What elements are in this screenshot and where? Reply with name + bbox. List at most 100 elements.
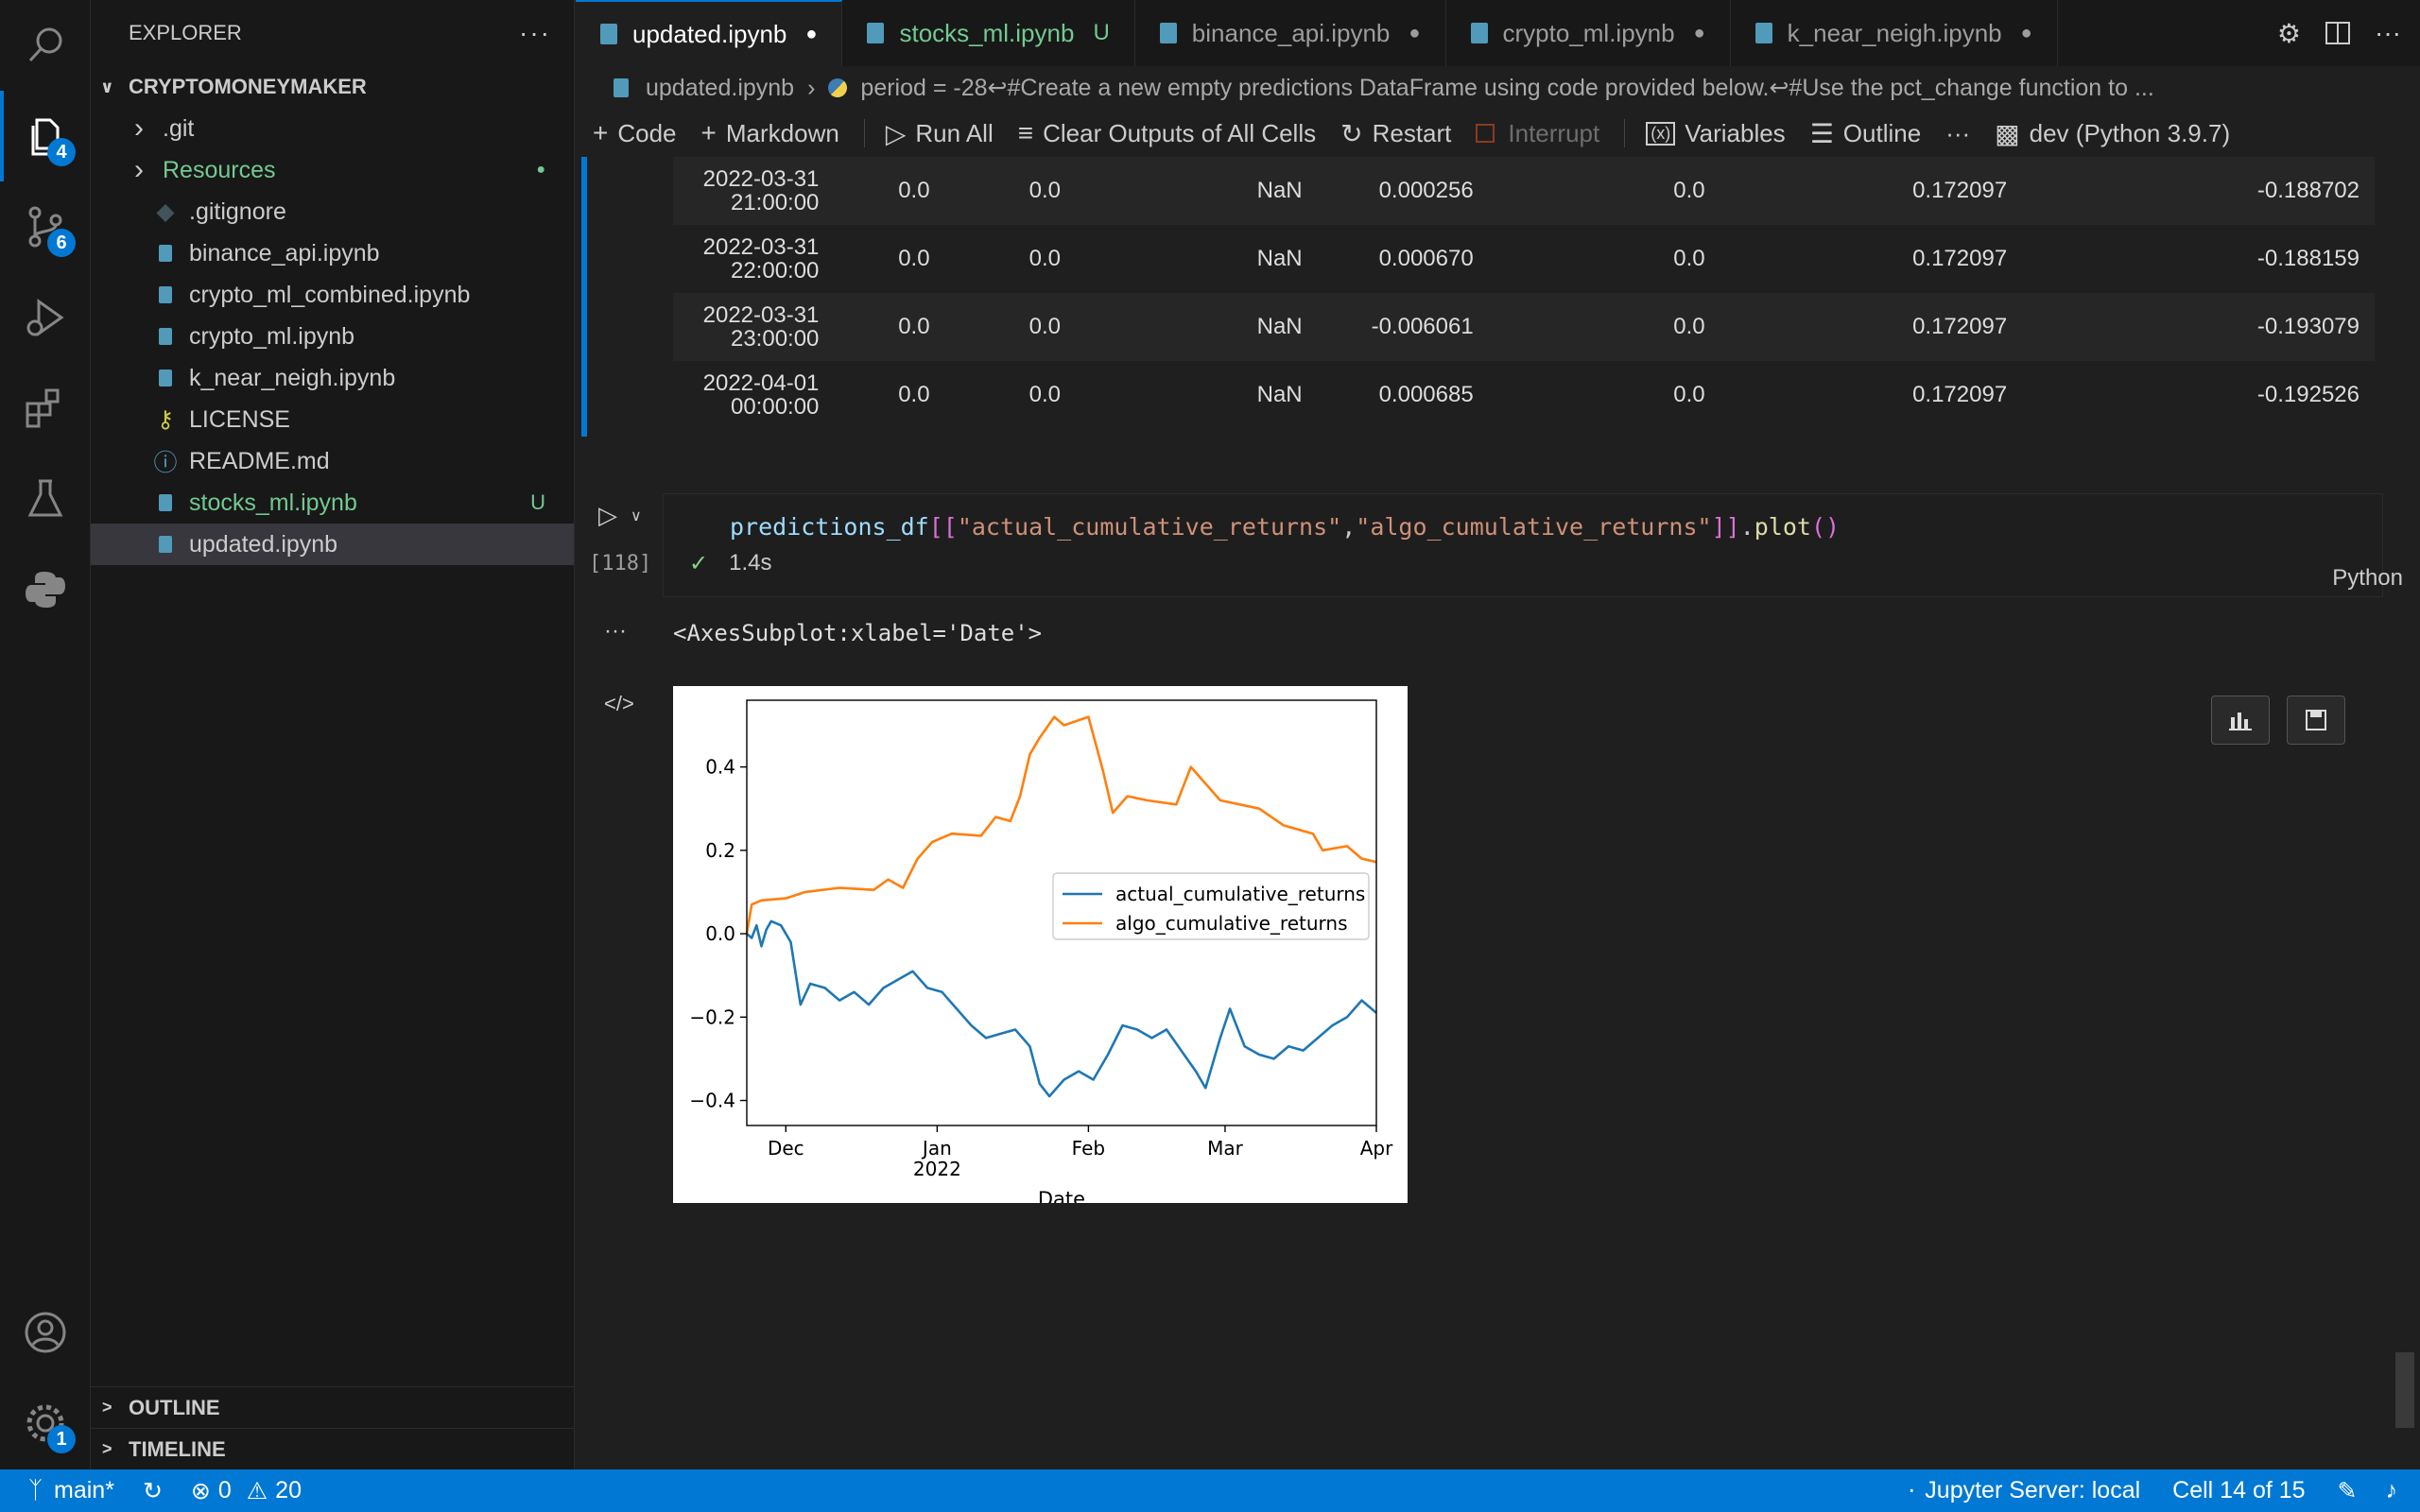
add-code-cell-button[interactable]: + Code — [593, 118, 677, 148]
plot-viewer-button[interactable] — [2211, 696, 2270, 745]
chevron-right-icon: > — [102, 1439, 112, 1458]
table-cell: 0.0 — [898, 382, 930, 407]
dataframe-output: 2022-03-31 21:00:00 0.0 0.0 NaN 0.000256 0.0 0.… — [673, 157, 2375, 429]
y-tick-label: 0.2 — [705, 839, 735, 862]
timeline-section-label: TIMELINE — [129, 1436, 226, 1461]
tab-modified-marker[interactable]: U — [1093, 20, 1109, 46]
python-icon[interactable] — [0, 544, 91, 635]
y-tick-label: −0.4 — [689, 1090, 735, 1112]
chevron-down-icon[interactable]: ∨ — [631, 507, 642, 530]
series-line-actual_cumulative_returns — [746, 919, 1377, 1098]
editor-tab[interactable]: k_near_neigh.ipynb ● — [1731, 0, 2058, 66]
editor-tab[interactable]: binance_api.ipynb ● — [1135, 0, 1446, 66]
account-icon[interactable] — [0, 1287, 91, 1378]
explorer-item[interactable]: ⓘ README.md — [91, 440, 574, 482]
table-cell: 0.172097 — [1912, 382, 2008, 407]
code-cell[interactable]: predictions_df[["actual_cumulative_retur… — [663, 493, 2383, 597]
row-date: 2022-03-31 — [702, 233, 820, 260]
editor-tab[interactable]: updated.ipynb ● — [576, 0, 843, 66]
tab-modified-marker[interactable]: ● — [1694, 23, 1705, 44]
tab-modified-marker[interactable]: ● — [1409, 23, 1420, 44]
table-cell: 0.0 — [1028, 178, 1062, 203]
source-control-icon[interactable]: 6 — [0, 181, 91, 272]
tab-modified-marker[interactable]: ● — [2021, 23, 2032, 44]
kernel-picker[interactable]: ▩ dev (Python 3.9.7) — [1995, 118, 2230, 149]
restart-button[interactable]: ↻ Restart — [1340, 118, 1451, 149]
code-brackets-icon[interactable]: </> — [604, 692, 634, 716]
notebook-file-icon — [614, 78, 629, 97]
extensions-icon[interactable] — [0, 363, 91, 454]
output-actions[interactable]: ··· — [604, 618, 627, 644]
explorer-item[interactable]: binance_api.ipynb — [91, 232, 574, 274]
table-cell: 0.172097 — [1912, 314, 2008, 339]
breadcrumb-cell[interactable]: period = -28↩#Create a new empty predict… — [860, 74, 2153, 102]
breadcrumb-file[interactable]: updated.ipynb — [646, 75, 794, 102]
explorer-icon[interactable]: 4 — [0, 91, 91, 181]
warning-icon: ⚠ — [246, 1477, 268, 1504]
warning-count: 20 — [275, 1477, 302, 1503]
outline-section[interactable]: > OUTLINE — [91, 1386, 575, 1428]
branch-indicator[interactable]: ᛉ main* — [0, 1477, 114, 1504]
variables-button[interactable]: (x) Variables — [1646, 119, 1786, 148]
run-cell-icon[interactable]: ▷ — [598, 501, 617, 530]
variables-icon: (x) — [1646, 121, 1676, 146]
feedback-icon[interactable]: ✎ — [2338, 1477, 2358, 1505]
row-index: 2022-03-31 23:00:00 — [673, 293, 834, 361]
explorer-item[interactable]: ◆ .gitignore — [91, 191, 574, 232]
run-debug-icon[interactable] — [0, 272, 91, 363]
explorer-item[interactable]: crypto_ml.ipynb — [91, 316, 574, 357]
explorer-item[interactable]: › .git — [91, 108, 574, 149]
row-time: 22:00:00 — [730, 258, 820, 284]
settings-gear-icon[interactable]: 1 — [0, 1378, 91, 1469]
search-icon[interactable] — [0, 0, 91, 91]
table-cell: -0.192526 — [2256, 382, 2360, 407]
split-editor-icon[interactable] — [2325, 22, 2351, 44]
code-token: predictions_df — [730, 513, 929, 541]
tab-label: crypto_ml.ipynb — [1502, 18, 1675, 47]
editor-tab[interactable]: crypto_ml.ipynb ● — [1446, 0, 1731, 66]
explorer-item[interactable]: › Resources ● — [91, 149, 574, 191]
add-markdown-cell-button[interactable]: + Markdown — [701, 118, 839, 148]
interrupt-button[interactable]: Interrupt — [1476, 119, 1599, 148]
outline-button[interactable]: ☰ Outline — [1810, 118, 1922, 149]
explorer-item[interactable]: stocks_ml.ipynb U — [91, 482, 574, 524]
clear-outputs-button[interactable]: ≡ Clear Outputs of All Cells — [1018, 118, 1316, 148]
python-small-icon — [828, 78, 848, 97]
gear-icon[interactable]: ⚙ — [2277, 18, 2301, 49]
table-cell: 0.0 — [1028, 314, 1062, 339]
cell-language[interactable]: Python — [2332, 565, 2403, 592]
toolbar-divider — [1624, 119, 1626, 147]
table-cell: 0.172097 — [1912, 178, 2008, 203]
explorer-item[interactable]: crypto_ml_combined.ipynb — [91, 274, 574, 316]
save-plot-button[interactable] — [2287, 696, 2345, 745]
timeline-section[interactable]: > TIMELINE — [91, 1428, 575, 1469]
problems-indicator[interactable]: ⊗ 0 ⚠ 20 — [191, 1477, 302, 1505]
explorer-item[interactable]: updated.ipynb — [91, 524, 574, 565]
more-toolbar-button[interactable]: ··· — [1945, 119, 1970, 148]
table-cell: 0.0 — [1673, 178, 1705, 203]
kernel-label: dev (Python 3.9.7) — [2029, 118, 2231, 147]
table-cell: 0.0 — [1673, 382, 1705, 407]
run-all-button[interactable]: ▷ Run All — [886, 118, 994, 149]
testing-flask-icon[interactable] — [0, 454, 91, 544]
cell-position[interactable]: Cell 14 of 15 — [2172, 1477, 2305, 1504]
more-actions-icon[interactable]: ··· — [2375, 18, 2401, 48]
more-actions-icon[interactable]: ··· — [519, 18, 551, 48]
workspace-folder[interactable]: ∨ CRYPTOMONEYMAKER — [91, 66, 574, 108]
notifications-bell-icon[interactable]: ♪ — [2386, 1477, 2398, 1504]
add-markdown-label: Markdown — [725, 118, 839, 147]
notebook-file-icon — [1470, 23, 1488, 43]
code-editor[interactable]: predictions_df[["actual_cumulative_retur… — [730, 513, 1840, 541]
jupyter-server-status[interactable]: ⋅ Jupyter Server: local — [1908, 1477, 2140, 1505]
tab-modified-marker[interactable]: ● — [805, 24, 817, 45]
editor-tab[interactable]: stocks_ml.ipynb U — [842, 0, 1135, 66]
table-cell: -0.193079 — [2256, 314, 2360, 339]
sync-icon[interactable]: ↻ — [143, 1477, 163, 1505]
table-cell: 0.0 — [898, 246, 930, 271]
explorer-item[interactable]: ⚷ LICENSE — [91, 399, 574, 440]
explorer-item[interactable]: k_near_neigh.ipynb — [91, 357, 574, 399]
license-icon: ⚷ — [156, 406, 175, 433]
editor-scrollbar[interactable] — [2395, 1352, 2414, 1428]
table-cell: 0.000685 — [1378, 382, 1474, 407]
cell-run-controls: ▷ ∨ — [598, 501, 642, 530]
